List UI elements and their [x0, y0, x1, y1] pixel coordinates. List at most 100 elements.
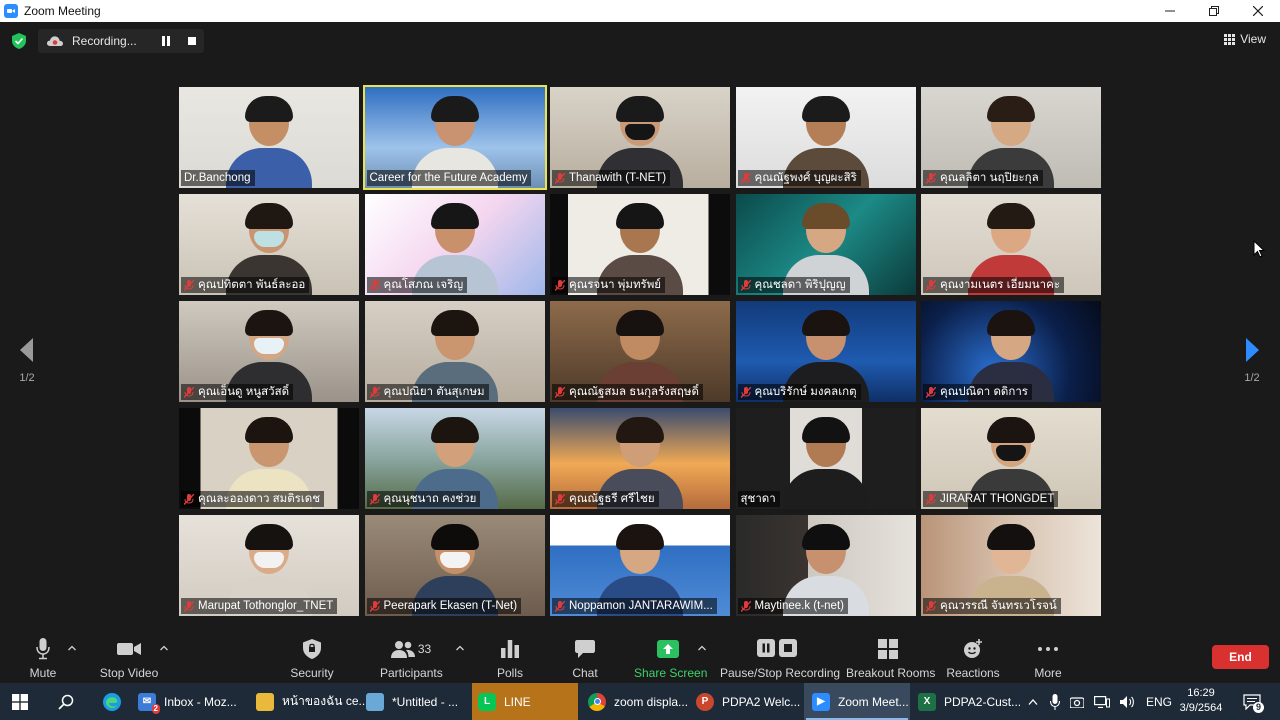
- taskbar-label: zoom displa...: [614, 694, 689, 709]
- participant-name-label: Maytinee.k (t-net): [737, 598, 848, 614]
- network-icon[interactable]: [1094, 695, 1110, 708]
- windows-taskbar: ✉ 2 Inbox - Moz... หน้าของฉัน ce... *Unti…: [0, 683, 1280, 720]
- security-button[interactable]: Security: [288, 637, 336, 681]
- stop-recording-icon[interactable]: [188, 37, 196, 45]
- participant-video-tile[interactable]: Thanawith (T-NET): [550, 87, 730, 188]
- notifications-button[interactable]: 9: [1240, 683, 1265, 720]
- participants-button[interactable]: 33 Participants: [380, 637, 443, 681]
- taskbar-label: Inbox - Moz...: [164, 694, 237, 709]
- participant-video-tile[interactable]: คุณณัฐธรี ศรีไชย: [550, 408, 730, 509]
- taskbar-powerpoint[interactable]: P PDPA2 Welc...: [696, 683, 800, 720]
- muted-microphone-icon: [184, 493, 194, 505]
- minimize-button[interactable]: [1148, 0, 1192, 22]
- taskbar-excel[interactable]: X PDPA2-Cust...: [918, 683, 1022, 720]
- participant-video-tile[interactable]: Peerapark Ekasen (T-Net): [364, 515, 545, 616]
- taskbar-chrome[interactable]: zoom displa...: [588, 683, 692, 720]
- participant-video-tile[interactable]: คุณบริรักษ์ มงคลเกตุ: [735, 301, 916, 402]
- pause-stop-recording-button[interactable]: Pause/Stop Recording: [720, 637, 840, 681]
- chat-label: Chat: [572, 666, 598, 680]
- end-meeting-button[interactable]: End: [1212, 645, 1269, 669]
- participant-video-tile[interactable]: คุณณัฐสมล ธนกุลรังสฤษดิ์: [550, 301, 730, 402]
- minimize-icon: [1165, 10, 1175, 12]
- encryption-shield-icon[interactable]: [12, 33, 26, 49]
- participant-name: Dr.Banchong: [184, 172, 251, 184]
- input-language[interactable]: ENG: [1146, 695, 1172, 709]
- breakout-rooms-button[interactable]: Breakout Rooms: [846, 637, 935, 681]
- participant-video-tile[interactable]: คุณปทิตตา พันธ์ละออ: [179, 194, 359, 295]
- taskbar-thunderbird[interactable]: ✉ 2 Inbox - Moz...: [138, 683, 244, 720]
- participant-video-tile[interactable]: คุณงามเนตร เอี่ยมนาคะ: [921, 194, 1101, 295]
- next-page-button[interactable]: 1/2: [1237, 337, 1267, 391]
- restore-button[interactable]: [1192, 0, 1236, 22]
- participants-options-caret[interactable]: [456, 643, 466, 651]
- participant-video-tile[interactable]: คุณรจนา พุ่มทรัพย์: [550, 194, 730, 295]
- participant-name: คุณนุชนาถ คงช่วย: [383, 493, 477, 505]
- search-icon: [58, 694, 74, 710]
- mute-button[interactable]: Mute: [22, 637, 64, 681]
- more-button[interactable]: More: [1030, 637, 1066, 681]
- chevron-left-icon: [20, 338, 33, 362]
- participant-name-label: Thanawith (T-NET): [552, 170, 671, 186]
- grid-view-icon: [1224, 33, 1236, 45]
- participants-count: 33: [417, 642, 432, 656]
- audio-options-caret[interactable]: [68, 643, 78, 651]
- view-button[interactable]: View: [1224, 32, 1266, 46]
- taskbar-line[interactable]: L LINE: [472, 683, 578, 720]
- tray-camera-icon[interactable]: [1070, 696, 1084, 708]
- reactions-button[interactable]: Reactions: [946, 637, 1000, 681]
- tray-overflow-chevron-icon[interactable]: [1028, 698, 1038, 706]
- previous-page-button[interactable]: 1/2: [12, 337, 42, 391]
- participant-video-tile[interactable]: คุณนุชนาถ คงช่วย: [364, 408, 545, 509]
- taskbar-clock[interactable]: 16:29 3/9/2564: [1172, 686, 1230, 716]
- taskbar-zoom[interactable]: ▶ Zoom Meet...: [804, 683, 910, 720]
- participant-name: Thanawith (T-NET): [569, 172, 667, 184]
- stop-video-button[interactable]: Stop Video: [98, 637, 160, 681]
- start-button[interactable]: [12, 683, 36, 720]
- tray-microphone-icon[interactable]: [1050, 693, 1060, 710]
- participant-name: Peerapark Ekasen (T-Net): [383, 600, 518, 612]
- pause-recording-icon[interactable]: [162, 36, 170, 46]
- mute-label: Mute: [29, 666, 57, 680]
- participant-video-tile[interactable]: Career for the Future Academy: [362, 85, 547, 190]
- participant-name: คุณละอองดาว สมติรเดช: [198, 493, 321, 505]
- participant-video-tile[interactable]: คุณละอองดาว สมติรเดช: [179, 408, 359, 509]
- powerpoint-icon: P: [696, 692, 714, 711]
- taskbar-edge[interactable]: [102, 683, 126, 720]
- muted-microphone-icon: [184, 600, 194, 612]
- participant-video-tile[interactable]: Noppamon JANTARAWIM...: [550, 515, 730, 616]
- muted-microphone-icon: [184, 386, 194, 398]
- chat-button[interactable]: Chat: [568, 637, 602, 681]
- participant-video-tile[interactable]: สุชาดา: [735, 408, 916, 509]
- participant-name-label: สุชาดา: [737, 491, 780, 507]
- taskbar-notepad[interactable]: *Untitled - ...: [366, 683, 468, 720]
- participant-video-tile[interactable]: Marupat Tothonglor_TNET: [179, 515, 359, 616]
- muted-microphone-icon: [369, 600, 380, 612]
- share-options-caret[interactable]: [698, 643, 708, 651]
- polls-button[interactable]: Polls: [492, 637, 528, 681]
- taskbar-search-button[interactable]: [58, 683, 78, 720]
- participant-video-tile[interactable]: คุณปณิดา ดดิการ: [921, 301, 1101, 402]
- participant-video-tile[interactable]: คุณโสภณ เจริญ: [364, 194, 545, 295]
- participant-video-tile[interactable]: Maytinee.k (t-net): [735, 515, 916, 616]
- chat-bubble-icon: [575, 640, 595, 658]
- window-title: Zoom Meeting: [24, 4, 101, 18]
- video-options-caret[interactable]: [160, 643, 170, 651]
- taskbar-explorer[interactable]: หน้าของฉัน ce...: [256, 683, 369, 720]
- volume-icon[interactable]: [1120, 695, 1136, 709]
- close-button[interactable]: [1236, 0, 1280, 22]
- participant-name: คุณปณิยา ตันสุเกษม: [383, 386, 485, 398]
- participant-video-tile[interactable]: คุณชลดา พิริปุญญ: [735, 194, 916, 295]
- more-label: More: [1034, 666, 1062, 680]
- video-camera-icon: [117, 643, 141, 655]
- participant-video-tile[interactable]: คุณวรรณี จันทรเวโรจน์: [921, 515, 1101, 616]
- pause-stop-recording-icon: [757, 639, 797, 657]
- participant-video-tile[interactable]: คุณเอ็นดู หนูสวัสดิ์: [179, 301, 359, 402]
- participant-name: คุณปณิดา ดดิการ: [940, 386, 1028, 398]
- share-screen-button[interactable]: Share Screen: [634, 637, 707, 681]
- participant-video-tile[interactable]: คุณลลิตา นฤปิยะกุล: [921, 87, 1101, 188]
- muted-microphone-icon: [740, 279, 751, 291]
- participant-video-tile[interactable]: JIRARAT THONGDET: [921, 408, 1101, 509]
- participant-video-tile[interactable]: คุณณัฐพงศ์ บุญผะสิริ: [735, 87, 916, 188]
- participant-video-tile[interactable]: คุณปณิยา ตันสุเกษม: [364, 301, 545, 402]
- participant-video-tile[interactable]: Dr.Banchong: [179, 87, 359, 188]
